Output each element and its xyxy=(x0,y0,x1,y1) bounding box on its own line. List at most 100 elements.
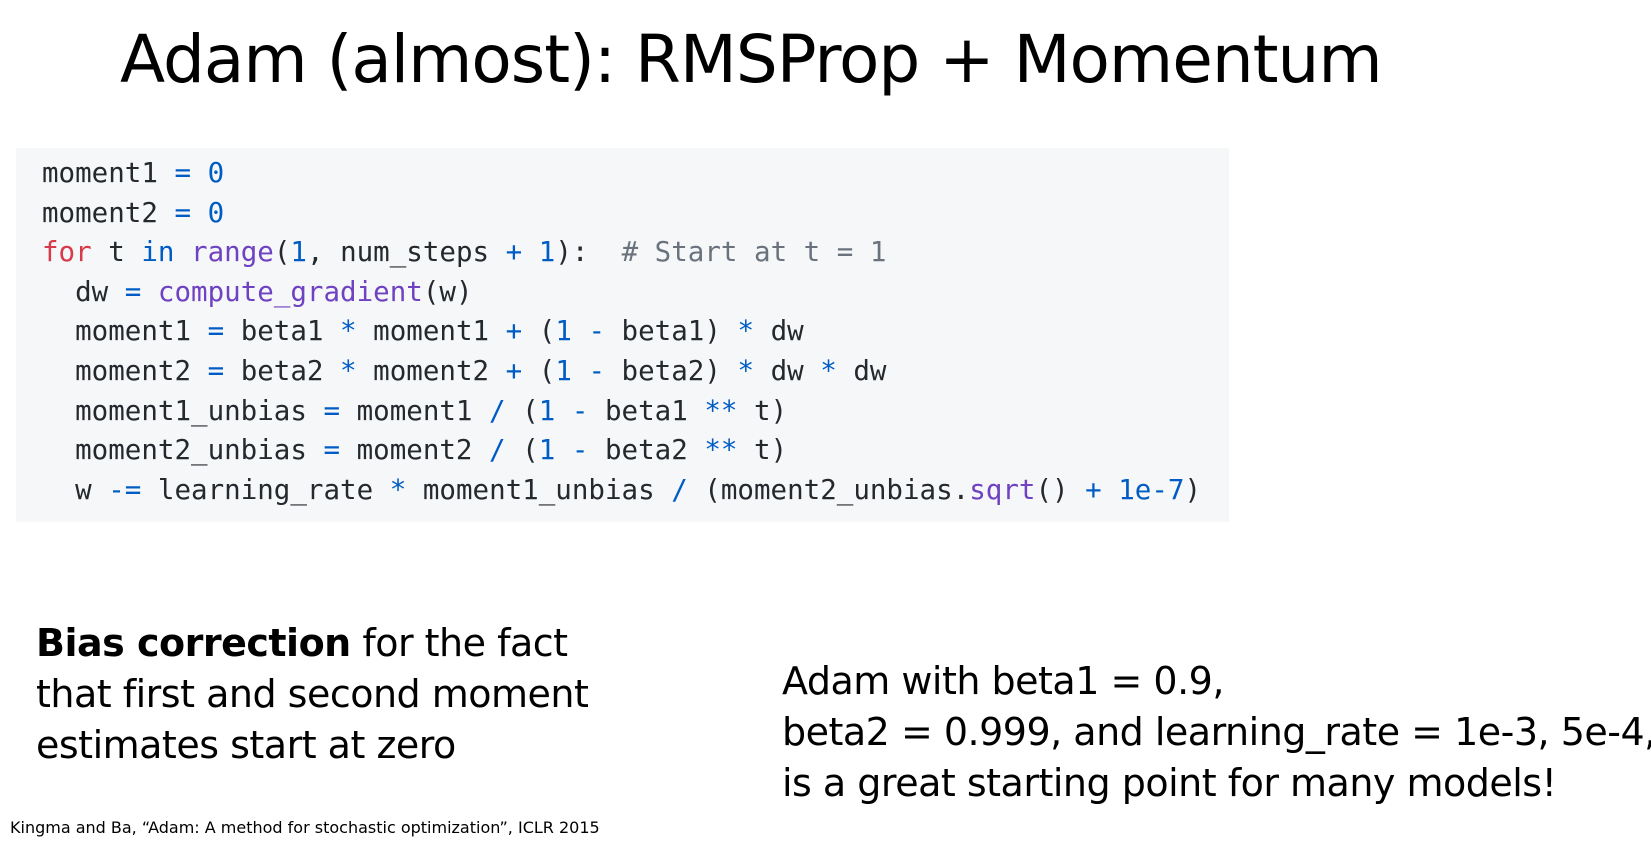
code-token: () xyxy=(1035,473,1086,506)
code-token: moment1 xyxy=(340,394,490,427)
code-token: beta2 xyxy=(588,434,705,467)
code-token: 1 xyxy=(538,394,556,427)
code-token: ( xyxy=(522,315,556,348)
code-token: + xyxy=(505,236,523,269)
bias-correction-bold: Bias correction xyxy=(36,621,351,665)
code-token: = xyxy=(174,157,192,189)
code-line: moment2 = 0 xyxy=(42,194,1229,234)
code-line: moment2 = beta2 * moment2 + (1 - beta2) … xyxy=(42,352,1229,392)
code-token: 0 xyxy=(207,196,225,229)
code-token: * xyxy=(389,473,407,506)
code-token: sqrt xyxy=(969,473,1036,506)
code-token: * xyxy=(340,315,357,348)
code-token: range xyxy=(191,236,274,269)
code-token: moment1 xyxy=(42,157,175,189)
code-token: beta2 xyxy=(224,354,341,387)
code-token: for xyxy=(42,236,92,269)
code-token: moment1 xyxy=(42,315,208,348)
code-token: + xyxy=(505,354,523,387)
code-token: - xyxy=(588,315,605,348)
code-token: dw xyxy=(754,315,804,348)
code-token: / xyxy=(489,434,506,467)
code-token: + xyxy=(505,315,523,348)
code-token: in xyxy=(141,236,175,269)
code-token: beta1 xyxy=(224,315,341,348)
title-bold: Adam xyxy=(120,21,308,98)
code-line: for t in range(1, num_steps + 1): # Star… xyxy=(42,233,1229,273)
code-token: -= xyxy=(108,473,142,506)
code-token: ( xyxy=(505,434,539,467)
citation: Kingma and Ba, “Adam: A method for stoch… xyxy=(10,818,600,837)
code-token: moment2 xyxy=(42,196,175,229)
code-token: t xyxy=(91,236,142,269)
code-token: (moment2_unbias. xyxy=(687,473,970,506)
title-rest: (almost): RMSProp + Momentum xyxy=(306,21,1383,98)
code-token: beta1 xyxy=(588,394,705,427)
code-token: beta1) xyxy=(605,315,738,348)
code-token: / xyxy=(671,473,688,506)
code-token: dw xyxy=(42,275,125,308)
code-token: t) xyxy=(737,394,788,427)
code-token: dw xyxy=(836,354,887,387)
code-token: # Start at t = 1 xyxy=(621,236,887,269)
code-token: ( xyxy=(273,236,291,269)
code-token: , num_steps xyxy=(306,236,506,269)
code-token: = xyxy=(323,394,341,427)
code-token: t) xyxy=(737,434,788,467)
code-line: dw = compute_gradient(w) xyxy=(42,273,1229,313)
slide-title: Adam (almost): RMSProp + Momentum xyxy=(120,18,1383,102)
code-token: = xyxy=(207,354,225,387)
code-token: 1 xyxy=(290,236,307,269)
code-token: moment1_unbias xyxy=(42,394,324,427)
code-token: ) xyxy=(1184,473,1202,506)
code-token: ): xyxy=(555,236,622,269)
code-token: moment1_unbias xyxy=(406,473,672,506)
code-line: moment1_unbias = moment1 / (1 - beta1 **… xyxy=(42,392,1229,432)
code-line: w -= learning_rate * moment1_unbias / (m… xyxy=(42,471,1229,511)
code-token: (w) xyxy=(422,275,473,308)
code-token: beta2) xyxy=(605,354,738,387)
tip-line-1: Adam with beta1 = 0.9, xyxy=(782,659,1224,703)
code-token: * xyxy=(737,315,755,348)
code-token: = xyxy=(124,275,142,308)
code-token: / xyxy=(489,394,506,427)
code-token: moment2 xyxy=(356,354,506,387)
code-token: w xyxy=(42,473,109,506)
code-token: 1 xyxy=(538,434,556,467)
code-token: 1 xyxy=(555,354,572,387)
code-token: 1e-7 xyxy=(1118,473,1185,506)
code-token: - xyxy=(571,394,589,427)
code-token: 0 xyxy=(207,157,225,189)
tip-line-3: is a great starting point for many model… xyxy=(782,761,1557,805)
code-token: * xyxy=(820,354,837,387)
code-token: dw xyxy=(754,354,821,387)
code-line: moment1 = 0 xyxy=(42,154,1229,194)
code-token: moment2_unbias xyxy=(42,434,324,467)
code-token: = xyxy=(207,315,225,348)
code-token: 1 xyxy=(538,236,556,269)
code-token: compute_gradient xyxy=(157,275,423,308)
code-block: moment1 = 0 moment2 = 0 for t in range(1… xyxy=(16,148,1229,522)
code-token: = xyxy=(174,196,192,229)
code-token: learning_rate xyxy=(141,473,390,506)
hyperparameter-tip: Adam with beta1 = 0.9, beta2 = 0.999, an… xyxy=(782,656,1651,809)
code-token: - xyxy=(588,354,605,387)
code-token: - xyxy=(571,434,589,467)
code-line: moment2_unbias = moment2 / (1 - beta2 **… xyxy=(42,431,1229,471)
code-token: + xyxy=(1085,473,1102,506)
bias-correction-note: Bias correction for the fact that first … xyxy=(36,618,636,771)
code-token: moment1 xyxy=(356,315,506,348)
code-token: 1 xyxy=(555,315,572,348)
code-token: * xyxy=(340,354,357,387)
code-token: moment2 xyxy=(340,434,490,467)
